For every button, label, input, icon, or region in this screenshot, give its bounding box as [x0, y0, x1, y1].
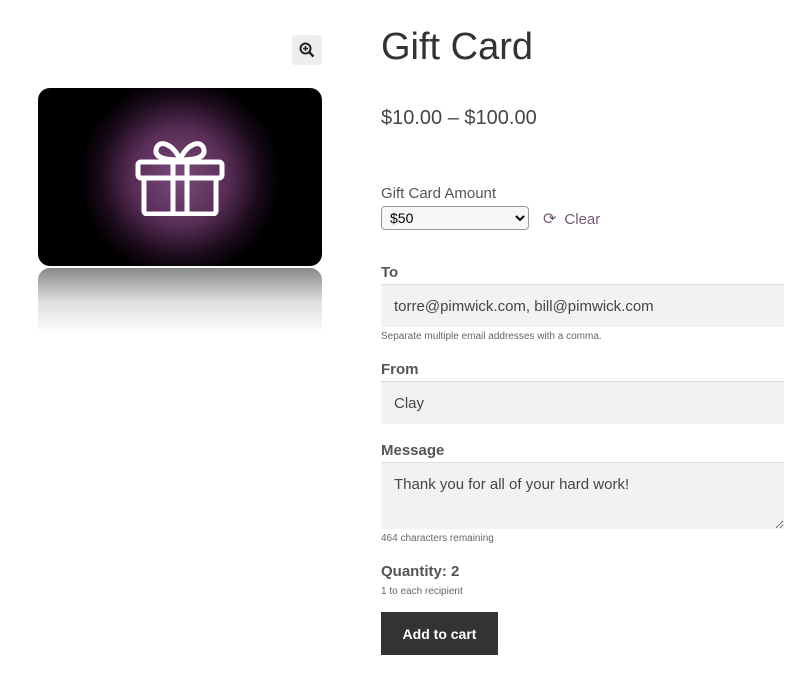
from-label: From — [381, 361, 419, 378]
quantity-help: 1 to each recipient — [381, 586, 463, 597]
to-help: Separate multiple email addresses with a… — [381, 331, 602, 342]
product-title: Gift Card — [381, 26, 534, 68]
gift-icon — [135, 141, 225, 216]
message-label: Message — [381, 442, 445, 459]
message-textarea[interactable]: Thank you for all of your hard work! — [381, 462, 784, 529]
quantity-label: Quantity: 2 — [381, 563, 460, 580]
to-label: To — [381, 264, 399, 281]
product-image[interactable] — [38, 88, 322, 266]
to-input[interactable] — [381, 284, 784, 327]
message-chars-remaining: 464 characters remaining — [381, 533, 494, 544]
zoom-button[interactable] — [292, 35, 322, 65]
amount-label: Gift Card Amount — [381, 185, 497, 202]
refresh-icon: ⟳ — [543, 211, 557, 228]
add-to-cart-button[interactable]: Add to cart — [381, 612, 498, 655]
product-price: $10.00 – $100.00 — [381, 107, 537, 129]
from-input[interactable] — [381, 381, 784, 424]
amount-select[interactable]: $50 — [381, 206, 529, 230]
clear-button[interactable]: ⟳ Clear — [543, 209, 600, 229]
zoom-in-icon — [299, 42, 315, 58]
product-image-reflection — [38, 268, 322, 334]
